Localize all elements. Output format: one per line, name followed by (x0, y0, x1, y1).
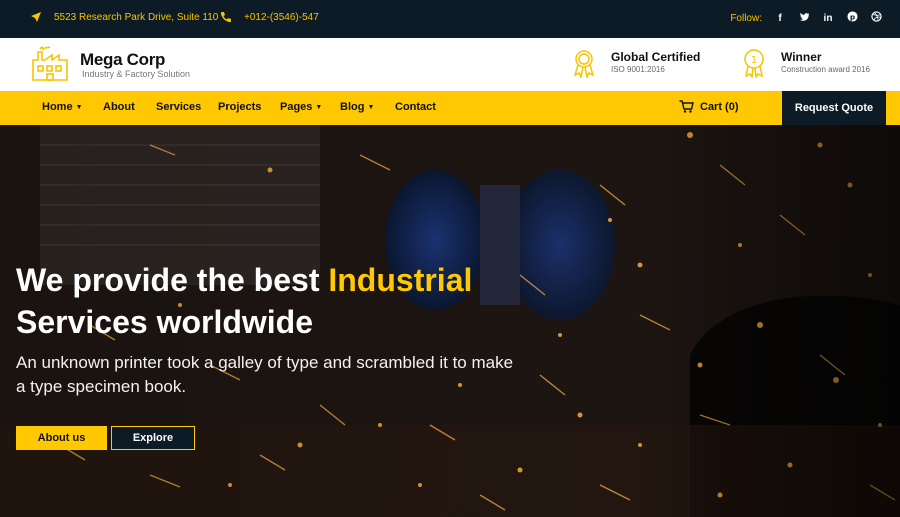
svg-text:p: p (849, 12, 854, 21)
cart-link[interactable]: Cart (0) (679, 100, 739, 113)
about-us-button[interactable]: About us (16, 426, 107, 450)
chevron-down-icon: ▼ (367, 104, 375, 111)
main-navigation: Home ▼ About Services Projects Pages ▼ Blo… (0, 91, 900, 125)
nav-item-projects[interactable]: Projects (218, 101, 261, 113)
nav-item-contact[interactable]: Contact (395, 101, 436, 113)
hero-title: We provide the best Industrial Services … (16, 259, 472, 343)
hero-title-highlight: Industrial (328, 262, 473, 298)
phone-text[interactable]: +012-(3546)-547 (244, 12, 319, 23)
nav-item-home[interactable]: Home ▼ (42, 101, 83, 113)
hero-title-part1: We provide the best (16, 262, 329, 298)
pinterest-icon[interactable]: p (846, 11, 858, 25)
winner-badge: 1 (740, 48, 768, 78)
nav-item-services[interactable]: Services (156, 101, 201, 113)
brand-tagline: Industry & Factory Solution (82, 69, 191, 79)
facebook-icon[interactable]: f (774, 13, 786, 24)
nav-label-blog: Blog (340, 101, 365, 113)
hero-section: We provide the best Industrial Services … (0, 125, 900, 517)
request-quote-button[interactable]: Request Quote (782, 91, 886, 125)
hero-subtitle: An unknown printer took a galley of type… (16, 353, 514, 396)
site-header: Mega Corp Industry & Factory Solution Gl… (0, 38, 900, 91)
nav-item-blog[interactable]: Blog ▼ (340, 101, 374, 113)
explore-button[interactable]: Explore (111, 426, 195, 450)
badge-title-winner: Winner (781, 50, 822, 64)
address-text: 5523 Research Park Drive, Suite 110 (54, 11, 219, 23)
chevron-down-icon: ▼ (75, 104, 83, 111)
badge-title-certified: Global Certified (611, 50, 701, 64)
badge-subtitle-winner: Construction award 2016 (781, 65, 870, 74)
twitter-icon[interactable] (798, 11, 810, 25)
hero-title-part2: Services worldwide (16, 304, 314, 340)
badge-subtitle-certified: ISO 9001:2016 (611, 65, 665, 74)
nav-label-home: Home (42, 101, 73, 113)
factory-logo-icon[interactable] (30, 46, 70, 82)
svg-text:1: 1 (751, 55, 757, 66)
phone-icon (220, 12, 231, 23)
location-arrow-icon (31, 12, 41, 22)
chevron-down-icon: ▼ (315, 104, 323, 111)
award-medal-icon: 1 (744, 49, 764, 78)
nav-label-pages: Pages (280, 101, 313, 113)
social-links: Follow: f in p (730, 11, 882, 25)
shopping-cart-icon (679, 100, 694, 113)
brand-name[interactable]: Mega Corp (80, 50, 165, 70)
nav-item-about[interactable]: About (103, 101, 135, 113)
follow-label: Follow: (730, 12, 762, 24)
phone-info: +012-(3546)-547 (220, 11, 319, 23)
certificate-medal-icon (573, 50, 595, 78)
certified-badge (570, 48, 598, 78)
address-info: 5523 Research Park Drive, Suite 110 (30, 11, 218, 23)
cart-label: Cart (0) (700, 100, 739, 113)
top-bar: 5523 Research Park Drive, Suite 110 +012… (0, 0, 900, 38)
dribbble-icon[interactable] (870, 11, 882, 25)
nav-item-pages[interactable]: Pages ▼ (280, 101, 322, 113)
linkedin-icon[interactable]: in (822, 13, 834, 24)
